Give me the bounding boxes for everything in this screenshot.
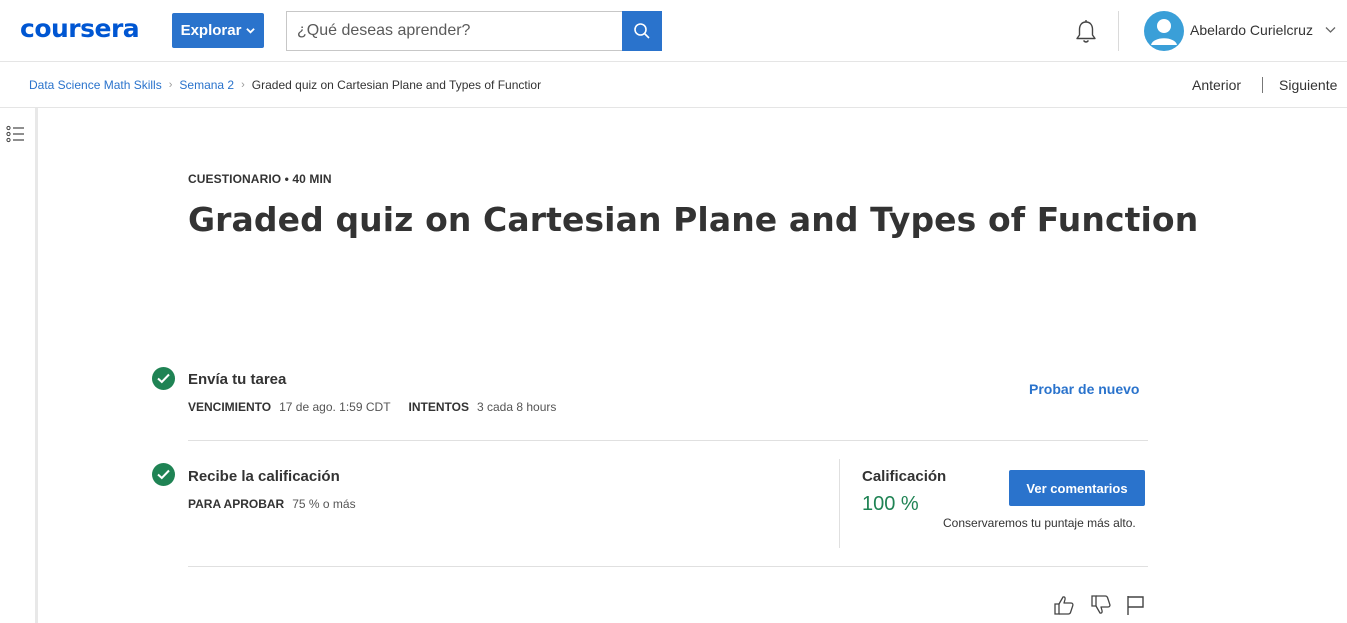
breadcrumb-bar: Data Science Math Skills › Semana 2 › Gr…	[0, 62, 1347, 108]
breadcrumb-course[interactable]: Data Science Math Skills	[29, 78, 162, 92]
grade-meta: PARA APROBAR 75 % o más	[188, 497, 356, 511]
avatar[interactable]	[1144, 11, 1184, 51]
grade-step-title: Recibe la calificación	[188, 468, 340, 485]
user-menu-chevron-icon[interactable]	[1325, 26, 1336, 34]
previous-link[interactable]: Anterior	[1192, 77, 1241, 93]
nav-divider	[1262, 77, 1263, 93]
search-bar	[286, 11, 662, 51]
grade-label: Calificación	[862, 468, 947, 485]
submit-meta: VENCIMIENTO 17 de ago. 1:59 CDT INTENTOS…	[188, 400, 556, 414]
breadcrumb-current: Graded quiz on Cartesian Plane and Types…	[251, 78, 542, 92]
course-outline-icon[interactable]	[6, 125, 26, 143]
pass-label: PARA APROBAR	[188, 497, 285, 511]
search-button[interactable]	[622, 11, 662, 51]
top-header: coursera Explorar Abelardo Curielcruz	[0, 0, 1347, 62]
submit-check-icon	[152, 367, 175, 390]
left-rail	[0, 108, 38, 623]
header-divider	[1118, 11, 1119, 51]
retry-link[interactable]: Probar de nuevo	[1029, 381, 1139, 397]
search-input[interactable]	[286, 11, 622, 51]
next-link[interactable]: Siguiente	[1279, 77, 1337, 93]
grade-check-icon	[152, 463, 175, 486]
avatar-user-icon	[1151, 19, 1177, 45]
user-name[interactable]: Abelardo Curielcruz	[1190, 22, 1313, 38]
search-icon	[634, 23, 650, 39]
attempts-label: INTENTOS	[408, 400, 469, 414]
breadcrumb-separator: ›	[241, 79, 245, 91]
chevron-down-icon	[246, 28, 256, 34]
view-feedback-button[interactable]: Ver comentarios	[1009, 470, 1145, 506]
section-divider	[188, 440, 1148, 441]
bell-icon[interactable]	[1072, 18, 1100, 46]
flag-icon[interactable]	[1125, 594, 1147, 616]
page-title: Graded quiz on Cartesian Plane and Types…	[188, 200, 1199, 239]
explore-button[interactable]: Explorar	[172, 13, 264, 48]
keep-highest-note: Conservaremos tu puntaje más alto.	[943, 516, 1136, 530]
due-value: 17 de ago. 1:59 CDT	[279, 400, 391, 414]
breadcrumb-week[interactable]: Semana 2	[179, 78, 234, 92]
breadcrumb: Data Science Math Skills › Semana 2 › Gr…	[29, 78, 541, 92]
breadcrumb-separator: ›	[168, 79, 173, 91]
thumbs-down-icon[interactable]	[1090, 594, 1112, 616]
section-divider	[188, 566, 1148, 567]
thumbs-up-icon[interactable]	[1053, 594, 1075, 616]
submit-step-title: Envía tu tarea	[188, 371, 287, 388]
item-kicker: CUESTIONARIO • 40 MIN	[188, 172, 332, 186]
grade-value: 100 %	[862, 493, 919, 515]
explore-label: Explorar	[180, 22, 242, 39]
attempts-value: 3 cada 8 hours	[476, 400, 557, 414]
due-label: VENCIMIENTO	[188, 400, 272, 414]
coursera-logo[interactable]: coursera	[20, 14, 140, 43]
pass-value: 75 % o más	[292, 497, 356, 511]
grade-divider	[839, 459, 840, 548]
